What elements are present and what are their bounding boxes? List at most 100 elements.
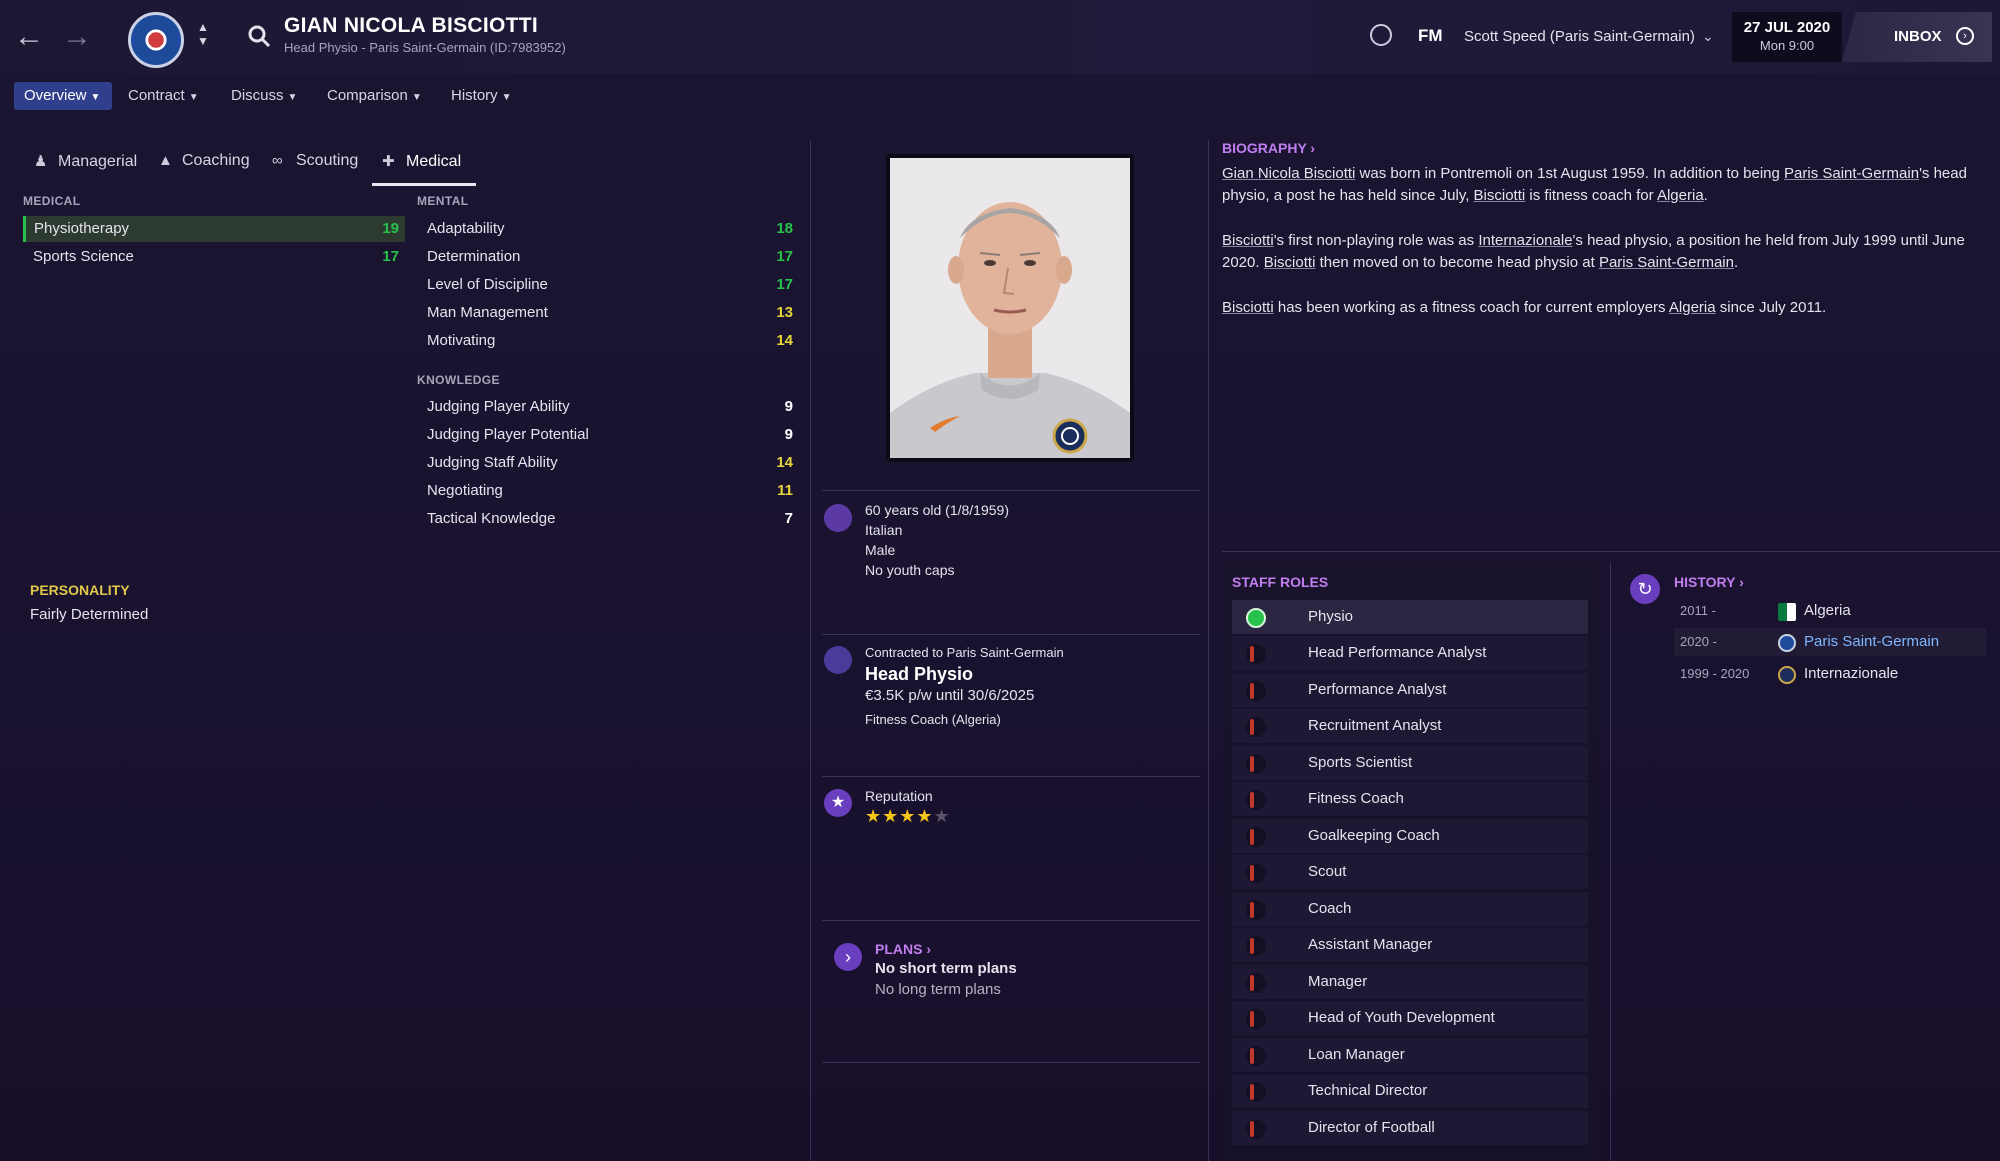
second-job-text: Fitness Coach (Algeria) [865,712,1001,727]
biography-paragraph: Bisciotti's first non-playing role was a… [1222,232,1965,271]
menu-history[interactable]: History ▼ [451,82,512,110]
forward-arrow-icon[interactable]: → [60,20,94,54]
age-text: 60 years old (1/8/1959) [865,502,1009,518]
cone-icon: ▲ [158,152,173,169]
wage-text: €3.5K p/w until 30/6/2025 [865,687,1035,704]
staff-photo [890,158,1130,458]
star-icon: ★ [824,789,852,817]
attribute-row[interactable]: Judging Staff Ability 14 [417,450,799,476]
menu-discuss[interactable]: Discuss ▼ [231,82,297,110]
profile-details: 60 years old (1/8/1959) Italian Male No … [865,500,1009,580]
attribute-row[interactable]: Judging Player Potential 9 [417,422,799,448]
staff-role-item[interactable]: Assistant Manager [1232,928,1588,962]
divider [810,140,811,1161]
attribute-row[interactable]: Judging Player Ability 9 [417,394,799,420]
menu-contract[interactable]: Contract ▼ [128,82,199,110]
staff-role-item[interactable]: Performance Analyst [1232,673,1588,707]
date-box[interactable]: 27 JUL 2020 Mon 9:00 [1732,12,1842,62]
attribute-row[interactable]: Sports Science 17 [23,244,405,270]
staff-role-item[interactable]: Scout [1232,855,1588,889]
fm-logo: FM [1418,26,1443,45]
biography-paragraph: Bisciotti has been working as a fitness … [1222,299,1827,316]
section-mental: MENTAL [417,194,469,208]
person-icon: ♟ [34,153,48,170]
staff-role-item[interactable]: Coach [1232,892,1588,926]
staff-role-item[interactable]: Physio [1232,600,1588,634]
attribute-row[interactable]: Tactical Knowledge 7 [417,506,799,532]
history-row[interactable]: 2011 - Algeria [1674,597,1986,625]
staff-role-item[interactable]: Sports Scientist [1232,746,1588,780]
page-subtitle: Head Physio - Paris Saint-Germain (ID:79… [284,40,566,55]
staff-role-item[interactable]: Technical Director [1232,1074,1588,1108]
globe-icon[interactable] [1370,24,1392,46]
attribute-row[interactable]: Physiotherapy 19 [23,216,405,242]
attribute-row[interactable]: Motivating 14 [417,328,799,354]
biography-title[interactable]: BIOGRAPHY › [1222,140,1315,156]
attribute-row[interactable]: Adaptability 18 [417,216,799,242]
staff-role-item[interactable]: Head of Youth Development [1232,1001,1588,1035]
staff-role-item[interactable]: Head Performance Analyst [1232,636,1588,670]
staff-roles-title: STAFF ROLES [1232,574,1329,590]
divider [822,634,1200,635]
plans-long: No long term plans [875,981,1001,998]
menu-overview[interactable]: Overview ▼ [14,82,112,110]
plans-short: No short term plans [875,960,1017,977]
tab-scouting[interactable]: ∞ Scouting [272,152,358,170]
youth-caps-text: No youth caps [865,562,955,578]
menu-comparison[interactable]: Comparison ▼ [327,82,422,110]
history-row[interactable]: 2020 - Paris Saint-Germain [1674,628,1986,656]
reputation-block: Reputation ★★★★★ [865,786,951,827]
psg-crest-icon [1778,634,1796,652]
tab-coaching[interactable]: ▲ Coaching [158,152,250,170]
divider [822,490,1200,491]
personality-value: Fairly Determined [30,606,149,623]
up-down-chevron-icon[interactable]: ▲ ▼ [196,20,210,48]
attribute-row[interactable]: Determination 17 [417,244,799,270]
section-knowledge: KNOWLEDGE [417,373,500,387]
medical-bag-icon: ✚ [382,153,395,170]
page-title: GIAN NICOLA BISCIOTTI [284,14,539,37]
chevron-down-icon[interactable]: ⌄ [1702,28,1714,45]
search-icon[interactable] [247,24,271,48]
biography-paragraph: Gian Nicola Bisciotti was born in Pontre… [1222,165,1967,204]
binoculars-icon: ∞ [272,152,283,169]
divider [822,1062,1200,1063]
inbox-label: INBOX [1894,28,1942,45]
inter-crest-icon [1778,666,1796,684]
club-badge-icon[interactable] [128,12,184,68]
divider [1208,140,1209,1161]
attribute-row[interactable]: Negotiating 11 [417,478,799,504]
divider [1222,551,2000,552]
tab-medical[interactable]: ✚ Medical [382,152,461,171]
inbox-button[interactable]: INBOX › [1842,12,1992,62]
active-tab-indicator [372,183,476,186]
attribute-row[interactable]: Man Management 13 [417,300,799,326]
club-crest-icon [824,646,852,674]
gender-text: Male [865,542,896,558]
history-row[interactable]: 1999 - 2020 Internazionale [1674,660,1986,688]
contract-details: Contracted to Paris Saint-Germain Head P… [865,643,1064,730]
attribute-row[interactable]: Level of Discipline 17 [417,272,799,298]
arrow-right-icon: › [1956,27,1974,45]
reputation-stars: ★★★★★ [865,806,951,826]
staff-role-item[interactable]: Manager [1232,965,1588,999]
staff-role-item[interactable]: Director of Football [1232,1111,1588,1145]
staff-role-item[interactable]: Loan Manager [1232,1038,1588,1072]
date-label: 27 JUL 2020 [1743,19,1831,36]
staff-role-item[interactable]: Goalkeeping Coach [1232,819,1588,853]
chevron-right-icon[interactable]: › [834,943,862,971]
personality-title: PERSONALITY [30,582,130,598]
divider [1610,562,1611,1161]
staff-role-item[interactable]: Fitness Coach [1232,782,1588,816]
staff-role-item[interactable]: Recruitment Analyst [1232,709,1588,743]
manager-name[interactable]: Scott Speed (Paris Saint-Germain) [1464,28,1695,45]
flag-italy-icon [824,504,852,532]
history-title[interactable]: HISTORY › [1674,574,1744,590]
back-arrow-icon[interactable]: ← [12,20,46,54]
contracted-to-text: Contracted to Paris Saint-Germain [865,645,1064,660]
history-icon[interactable]: ↻ [1630,574,1660,604]
plans-title[interactable]: PLANS › [875,941,931,957]
divider [822,776,1200,777]
tab-managerial[interactable]: ♟ Managerial [34,152,137,171]
reputation-label: Reputation [865,788,933,804]
